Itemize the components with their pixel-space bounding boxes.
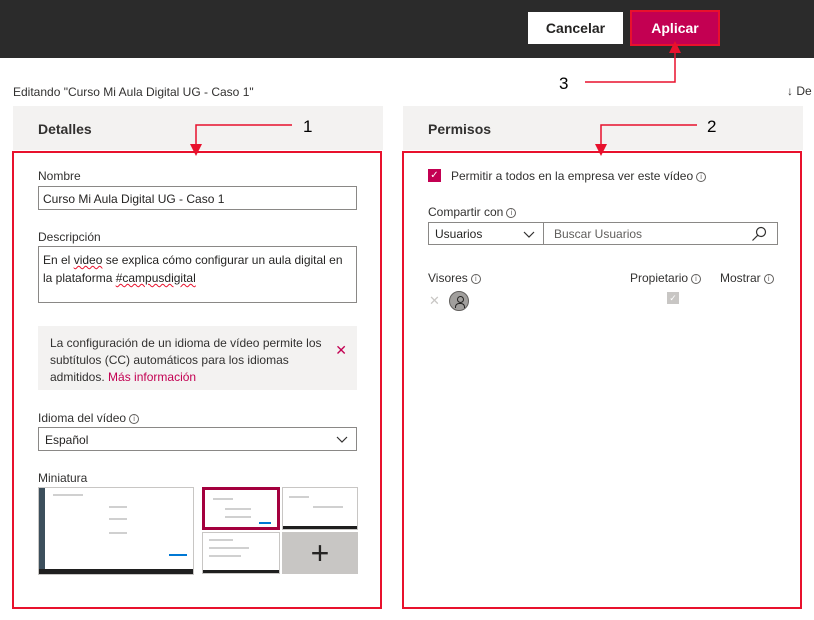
- owner-checkbox: ✓: [667, 292, 679, 304]
- info-icon: i: [691, 273, 702, 284]
- info-icon: i: [506, 207, 517, 218]
- show-column-header: Mostrar i: [720, 271, 774, 285]
- thumbnail-option[interactable]: [202, 532, 280, 574]
- language-info-banner: La configuración de un idioma de vídeo p…: [38, 326, 357, 390]
- share-with-value: Usuarios: [435, 227, 483, 241]
- language-label-text: Idioma del vídeo: [38, 411, 127, 425]
- share-with-select[interactable]: Usuarios: [428, 222, 544, 245]
- callout-number-3: 3: [559, 74, 569, 93]
- search-placeholder: Buscar Usuarios: [554, 227, 643, 241]
- allow-all-label-text: Permitir a todos en la empresa ver este …: [451, 169, 694, 183]
- chevron-down-icon: [523, 231, 535, 238]
- details-header: Detalles: [13, 106, 383, 150]
- share-with-label-text: Compartir con: [428, 205, 504, 219]
- show-text: Mostrar: [720, 271, 761, 285]
- info-icon: i: [470, 273, 481, 284]
- download-icon: ↓: [787, 84, 793, 98]
- close-icon[interactable]: ✕: [335, 342, 347, 359]
- thumbnail-option-selected[interactable]: [202, 487, 280, 530]
- more-info-link[interactable]: Más información: [108, 370, 196, 384]
- search-users-input[interactable]: Buscar Usuarios: [543, 222, 778, 245]
- description-text-4: #campusdigital: [115, 271, 196, 285]
- callout-box-permissions: [402, 151, 802, 609]
- name-label: Nombre: [38, 169, 81, 183]
- language-label: Idioma del vídeo i: [38, 411, 140, 425]
- description-label: Descripción: [38, 230, 101, 244]
- checkmark-icon: ✓: [669, 293, 677, 303]
- thumbnail-option[interactable]: [282, 487, 358, 530]
- info-icon: i: [129, 413, 140, 424]
- viewers-text: Visores: [428, 271, 468, 285]
- callout-number-2: 2: [707, 117, 717, 136]
- language-value: Español: [45, 433, 89, 447]
- share-with-label: Compartir con i: [428, 205, 517, 219]
- download-link[interactable]: ↓ De: [787, 84, 812, 98]
- description-text-1: En el: [43, 253, 74, 267]
- callout-number-1: 1: [303, 117, 313, 136]
- description-text-2: video: [73, 253, 103, 267]
- cancel-button[interactable]: Cancelar: [528, 12, 623, 44]
- plus-icon: +: [310, 534, 330, 571]
- name-field[interactable]: Curso Mi Aula Digital UG - Caso 1: [38, 186, 357, 210]
- language-select[interactable]: Español: [38, 427, 357, 451]
- permissions-header: Permisos: [403, 106, 803, 150]
- download-label: De: [796, 84, 812, 98]
- avatar: [449, 291, 469, 311]
- thumbnail-label: Miniatura: [38, 471, 88, 485]
- owner-column-header: Propietario i: [630, 271, 702, 285]
- search-icon[interactable]: [751, 226, 767, 242]
- chevron-down-icon: [336, 436, 348, 443]
- thumbnail-option[interactable]: [38, 487, 194, 575]
- allow-all-label: Permitir a todos en la empresa ver este …: [451, 169, 707, 183]
- allow-all-checkbox[interactable]: ✓: [428, 169, 441, 182]
- viewers-column-header: Visores i: [428, 271, 481, 285]
- checkmark-icon: ✓: [430, 170, 439, 181]
- editing-title: Editando "Curso Mi Aula Digital UG - Cas…: [13, 85, 254, 99]
- description-field[interactable]: En el video se explica cómo configurar u…: [38, 246, 357, 303]
- info-icon: i: [696, 171, 707, 182]
- owner-text: Propietario: [630, 271, 689, 285]
- add-thumbnail-button[interactable]: +: [282, 532, 358, 574]
- apply-button[interactable]: Aplicar: [630, 10, 720, 46]
- remove-icon[interactable]: ✕: [429, 293, 440, 309]
- info-icon: i: [763, 273, 774, 284]
